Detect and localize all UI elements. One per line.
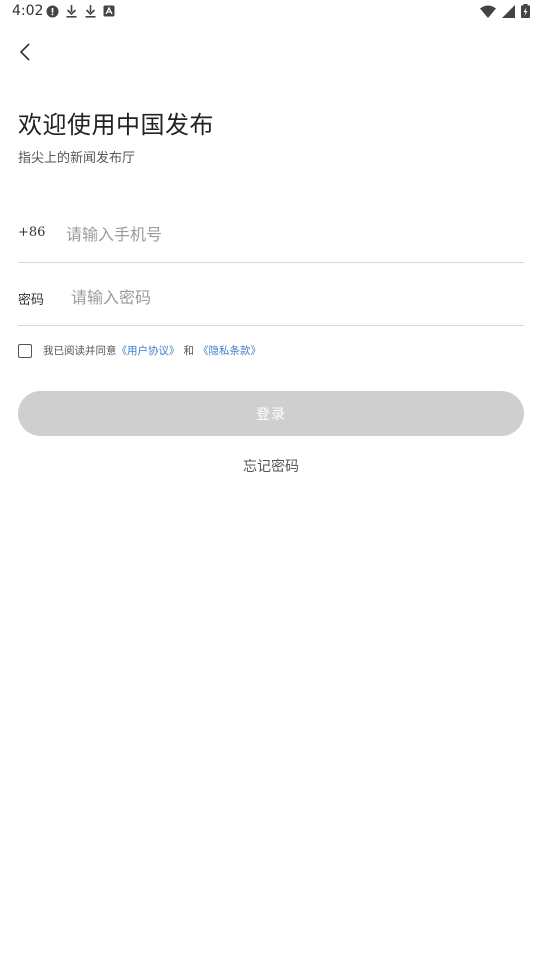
privacy-policy-link[interactable]: 《隐私条款》 bbox=[198, 343, 261, 358]
forgot-password-link[interactable]: 忘记密码 bbox=[0, 456, 542, 476]
password-label: 密码 bbox=[18, 293, 45, 308]
login-button[interactable]: 登录 bbox=[18, 391, 524, 436]
status-bar: 4:02 bbox=[0, 0, 542, 24]
user-agreement-link[interactable]: 《用户协议》 bbox=[117, 343, 180, 358]
alert-circle-icon bbox=[46, 5, 59, 18]
back-button[interactable] bbox=[12, 38, 40, 66]
battery-charging-icon bbox=[521, 4, 530, 18]
chevron-left-icon bbox=[19, 43, 33, 61]
download-icon bbox=[65, 4, 78, 18]
password-input[interactable] bbox=[71, 281, 511, 313]
password-field-row: 密码 bbox=[18, 273, 524, 326]
wifi-icon bbox=[480, 5, 496, 18]
signal-icon bbox=[502, 4, 515, 18]
status-time: 4:02 bbox=[12, 3, 44, 19]
status-right-icons bbox=[480, 4, 530, 18]
agreement-row: 我已阅读并同意 《用户协议》 和 《隐私条款》 bbox=[18, 343, 261, 358]
agreement-and-text: 和 bbox=[183, 345, 195, 357]
phone-input[interactable] bbox=[66, 218, 506, 250]
agreement-text: 我已阅读并同意 bbox=[43, 345, 117, 357]
country-code-prefix[interactable]: +86 bbox=[18, 225, 45, 240]
page-subtitle: 指尖上的新闻发布厅 bbox=[18, 151, 136, 166]
download-icon bbox=[84, 4, 97, 18]
app-notification-icon bbox=[103, 5, 115, 17]
status-left-icons bbox=[46, 4, 115, 18]
phone-field-row: +86 bbox=[18, 210, 524, 263]
page-title: 欢迎使用中国发布 bbox=[18, 111, 214, 139]
agreement-checkbox[interactable] bbox=[18, 343, 32, 358]
